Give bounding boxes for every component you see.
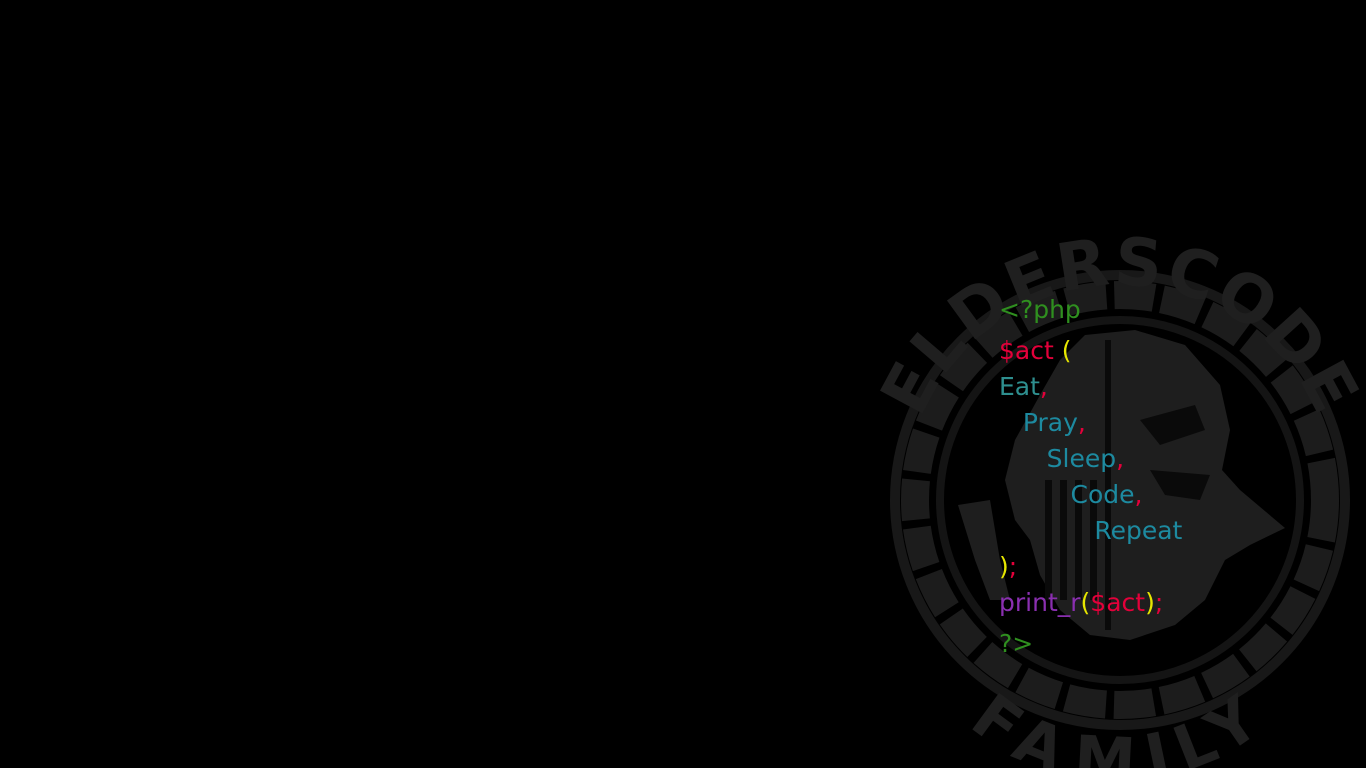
code-token: ,	[1116, 444, 1125, 473]
desktop-wallpaper: ELDERSCODE FAMILY <?php $act (Eat, Pray, …	[0, 0, 1366, 768]
code-token: print_r	[999, 588, 1081, 617]
code-token: ,	[1134, 480, 1143, 509]
code-token: ;	[1154, 588, 1164, 617]
code-token: Pray	[999, 408, 1078, 437]
code-token: $act	[1090, 588, 1146, 617]
code-line: Repeat	[999, 513, 1182, 549]
code-line: Pray,	[999, 405, 1182, 441]
code-token: Repeat	[999, 516, 1183, 545]
code-token: ;	[1008, 552, 1018, 581]
code-token: )	[999, 552, 1009, 581]
code-token: Code	[999, 480, 1135, 509]
code-line: $act (	[999, 333, 1182, 369]
code-line: Sleep,	[999, 441, 1182, 477]
code-token: ,	[1039, 372, 1048, 401]
php-code-snippet: <?php $act (Eat, Pray, Sleep, Code, Repea…	[999, 292, 1182, 662]
code-token: ?>	[999, 629, 1034, 658]
code-token: ,	[1077, 408, 1086, 437]
code-line: <?php	[999, 292, 1182, 328]
code-token: <?php	[999, 295, 1081, 324]
code-token: (	[1080, 588, 1091, 617]
code-token: (	[1053, 336, 1072, 365]
code-token: Sleep	[999, 444, 1117, 473]
code-line: Code,	[999, 477, 1182, 513]
code-line: Eat,	[999, 369, 1182, 405]
code-token: $act	[999, 336, 1054, 365]
code-token: Eat	[999, 372, 1040, 401]
code-token: )	[1145, 588, 1155, 617]
code-line: ?>	[999, 626, 1182, 662]
code-line: print_r($act);	[999, 585, 1182, 621]
code-line: );	[999, 549, 1182, 585]
